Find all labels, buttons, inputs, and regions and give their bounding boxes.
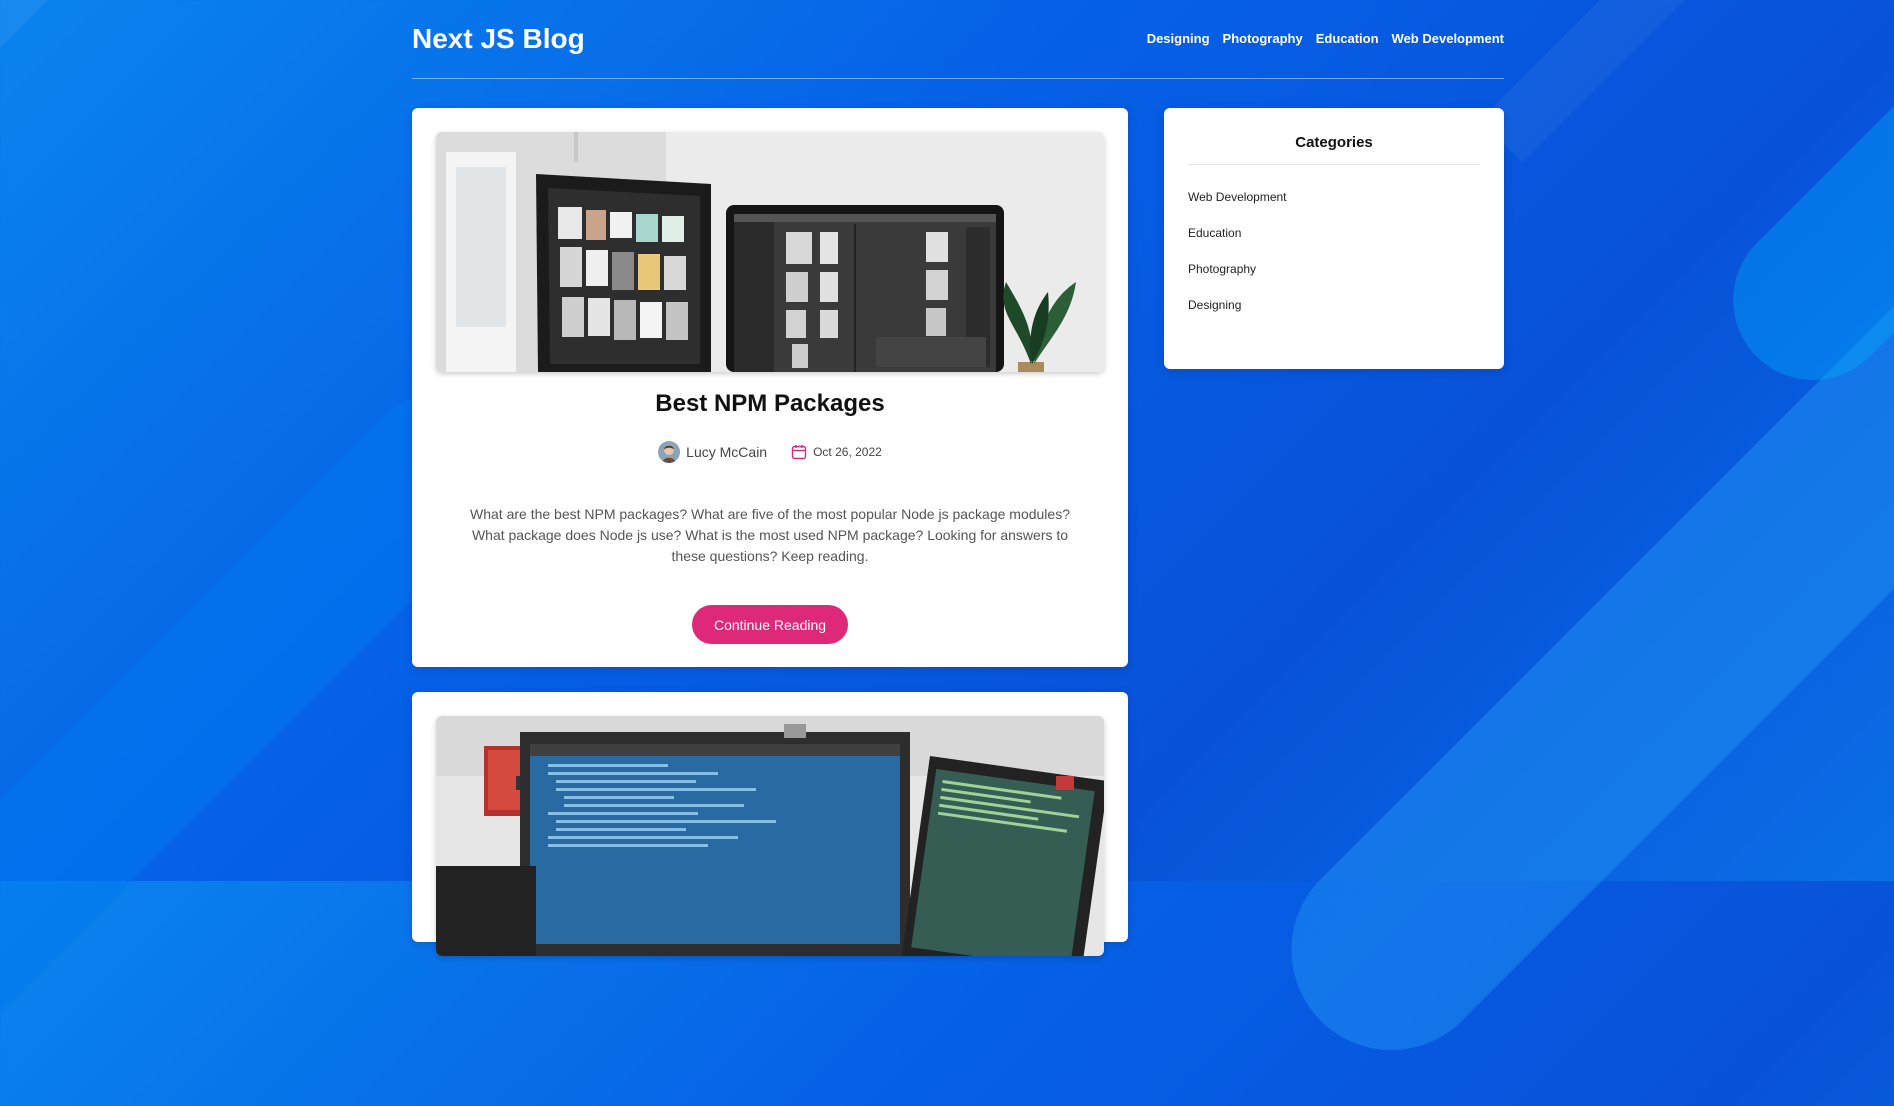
- nav-item-designing[interactable]: Designing: [1147, 31, 1210, 46]
- post-excerpt: What are the best NPM packages? What are…: [470, 506, 1070, 564]
- post-card: Best NPM Packages Lucy McCain Oct 26, 20…: [412, 108, 1128, 667]
- nav-item-web-development[interactable]: Web Development: [1392, 31, 1504, 46]
- post-thumbnail[interactable]: [436, 716, 1104, 956]
- avatar: [658, 441, 681, 463]
- background-stripe: [1480, 0, 1894, 163]
- calendar-icon: [791, 445, 807, 460]
- category-item-web-development[interactable]: Web Development: [1188, 190, 1287, 226]
- post-thumbnail[interactable]: [436, 132, 1104, 372]
- main-nav: Designing Photography Education Web Deve…: [1147, 31, 1504, 46]
- category-item-designing[interactable]: Designing: [1188, 298, 1287, 334]
- avatar-icon: [658, 441, 681, 463]
- site-logo[interactable]: Next JS Blog: [412, 23, 585, 55]
- nav-item-photography[interactable]: Photography: [1223, 31, 1303, 46]
- monitors-image: [436, 132, 1104, 372]
- site-header: Next JS Blog Designing Photography Educa…: [412, 0, 1504, 79]
- post-author: Lucy McCain: [658, 441, 767, 463]
- post-title[interactable]: Best NPM Packages: [412, 390, 1128, 418]
- nav-item-education[interactable]: Education: [1316, 31, 1379, 46]
- sidebar-title: Categories: [1295, 134, 1373, 151]
- continue-reading-button[interactable]: Continue Reading: [692, 605, 848, 644]
- code-monitors-image: [436, 716, 1104, 956]
- date-text: Oct 26, 2022: [813, 445, 882, 459]
- divider: [1188, 164, 1480, 165]
- background-stripe: [1700, 0, 1894, 414]
- categories-sidebar: Categories Web Development Education Pho…: [1164, 108, 1504, 369]
- post-date: Oct 26, 2022: [791, 444, 882, 460]
- category-item-photography[interactable]: Photography: [1188, 262, 1287, 298]
- post-card: [412, 692, 1128, 956]
- category-list: Web Development Education Photography De…: [1188, 190, 1287, 334]
- post-meta: Lucy McCain Oct 26, 2022: [412, 441, 1128, 463]
- author-name: Lucy McCain: [686, 444, 768, 460]
- category-item-education[interactable]: Education: [1188, 226, 1287, 262]
